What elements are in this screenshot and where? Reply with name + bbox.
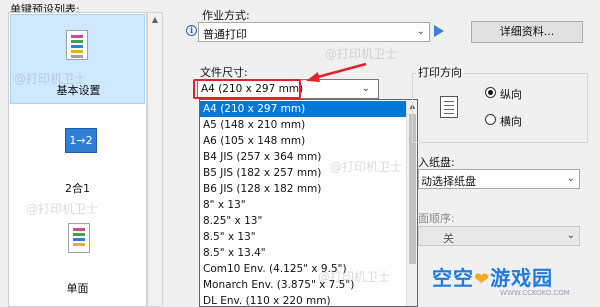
watermark-text: @打印机卫士	[318, 270, 391, 284]
preset-list-scrollbar[interactable]: ▲	[147, 12, 163, 307]
preset-item-2in1[interactable]: 1→2 2合1	[10, 108, 145, 198]
preset-item-simplex[interactable]: 单面	[10, 213, 145, 303]
paper-size-option[interactable]: 8.5" x 13.4"	[200, 245, 407, 261]
portrait-label: 纵向	[500, 88, 522, 101]
preset-item-label: 2合1	[65, 182, 90, 195]
site-url: WWW.CCKOKO.COM	[500, 289, 570, 297]
heart-icon: ❤	[474, 269, 491, 290]
orientation-group	[412, 73, 588, 143]
info-icon[interactable]: i	[186, 25, 197, 36]
portrait-page-icon	[440, 96, 458, 118]
two-in-one-icon: 1→2	[65, 128, 97, 153]
watermark-text: @打印机卫士	[26, 202, 99, 216]
watermark-text: @打印机卫士	[14, 72, 87, 86]
portrait-radio[interactable]	[485, 87, 496, 98]
paper-size-option[interactable]: 8" x 13"	[200, 197, 407, 213]
watermark-text: @打印机卫士	[325, 47, 398, 61]
paper-size-option[interactable]: A5 (148 x 210 mm)	[200, 117, 407, 133]
details-button[interactable]: 详细资料...	[471, 21, 583, 43]
preset-item-label: 单面	[66, 282, 89, 295]
chevron-down-icon: ⌄	[416, 26, 425, 37]
document-icon	[68, 223, 90, 253]
site-logo: 空空❤游戏园	[432, 262, 553, 290]
paper-size-option[interactable]: DL Env. (110 x 220 mm)	[200, 293, 407, 306]
red-arrow-icon	[306, 62, 367, 82]
preset-list[interactable]: 基本设置 1→2 2合1 单面	[8, 12, 147, 307]
document-icon	[66, 30, 88, 60]
paper-size-label: 文件尺寸:	[200, 66, 248, 79]
preset-item-basic[interactable]: 基本设置	[10, 14, 145, 104]
logo-text: 游戏园	[490, 266, 554, 290]
orientation-label: 打印方向	[416, 64, 464, 80]
chevron-down-icon: ⌄	[566, 230, 575, 241]
chevron-down-icon: ⌄	[566, 173, 575, 184]
logo-text: 空空	[432, 266, 474, 290]
page-order-label: 面顺序:	[418, 212, 455, 225]
landscape-label: 横向	[500, 115, 522, 128]
paper-source-label: 入纸盘:	[418, 156, 455, 169]
paper-size-option[interactable]: B6 JIS (128 x 182 mm)	[200, 181, 407, 197]
paper-source-select[interactable]: 动选择纸盘 ⌄	[418, 169, 580, 189]
paper-size-option[interactable]: A6 (105 x 148 mm)	[200, 133, 407, 149]
landscape-radio[interactable]	[485, 114, 496, 125]
paper-size-option[interactable]: 8.25" x 13"	[200, 213, 407, 229]
play-icon[interactable]	[434, 25, 444, 37]
paper-source-value: 动选择纸盘	[421, 175, 476, 188]
job-mode-value: 普通打印	[203, 28, 247, 41]
paper-size-option[interactable]: 8.5" x 13"	[200, 229, 407, 245]
paper-size-option[interactable]: A4 (210 x 297 mm)	[200, 101, 407, 117]
page-order-value: 关	[443, 232, 454, 245]
page-order-select[interactable]: 关 ⌄	[418, 226, 580, 246]
scroll-up-icon[interactable]: ▲	[150, 15, 160, 25]
watermark-text: @打印机卫士	[330, 160, 403, 174]
highlight-box	[193, 79, 301, 99]
job-mode-label: 作业方式:	[202, 9, 250, 22]
job-mode-select[interactable]: 普通打印 ⌄	[198, 22, 430, 42]
